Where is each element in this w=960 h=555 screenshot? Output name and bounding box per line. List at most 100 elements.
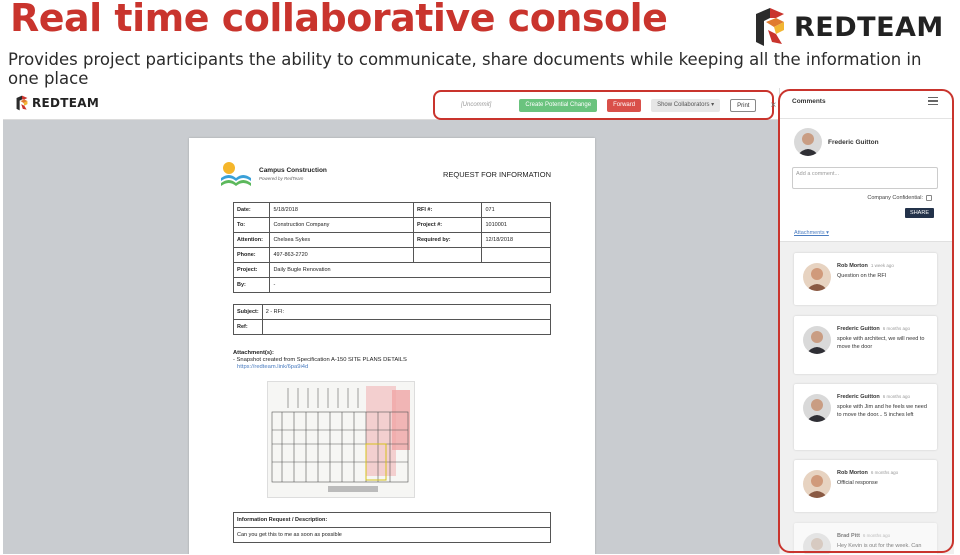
table-row: Date: 5/18/2018 RFI #: 071 (232, 202, 551, 218)
to-value: Construction Company (269, 217, 415, 233)
table-row: Ref: (233, 319, 552, 335)
avatar (803, 263, 831, 291)
comment-meta: Brad Pitt 6 months ago (837, 533, 890, 539)
hamburger-menu-icon[interactable] (928, 97, 938, 105)
subject-value: 2 - RFI: (261, 304, 552, 320)
document-header: Campus Construction Powered by RedTeam (219, 160, 327, 188)
toolbar-highlight: [Uncommit] Create Potential Change Forwa… (433, 90, 776, 120)
comment-meta: Frederic Guitton 6 months ago (837, 326, 910, 332)
show-collaborators-button[interactable]: Show Collaborators ▾ (651, 98, 721, 112)
brand-logo: REDTEAM (752, 8, 944, 46)
rfi-document: Campus Construction Powered by RedTeam R… (189, 138, 595, 554)
date-value: 5/18/2018 (269, 202, 415, 218)
avatar (794, 128, 822, 156)
company-tagline: Powered by RedTeam (259, 176, 304, 181)
divider (780, 118, 954, 119)
comment-time: 6 months ago (882, 326, 911, 331)
comment-feed[interactable]: Rob Morton 1 week ago Question on the RFI… (780, 241, 954, 554)
comment-author: Frederic Guitton (837, 326, 880, 332)
comment-input[interactable]: Add a comment... (792, 167, 938, 189)
print-button[interactable]: Print (730, 98, 757, 112)
attention-label: Attention: (232, 232, 271, 248)
to-label: To: (232, 217, 271, 233)
company-name: Campus Construction (259, 167, 327, 174)
comment-text: Question on the RFI (837, 273, 887, 279)
app-topbar: REDTEAM [Uncommit] Create Potential Chan… (3, 88, 779, 120)
uncommit-link[interactable]: [Uncommit] (461, 102, 491, 108)
attachment-link[interactable]: https://redteam.link/6pa9i4d (237, 364, 553, 371)
table-row: To: Construction Company Project #: 1010… (232, 217, 551, 233)
comment-meta: Frederic Guitton 6 months ago (837, 394, 910, 400)
rfi-subject-table: Subject: 2 - RFI: Ref: (233, 304, 552, 335)
table-row: Can you get this to me as soon as possib… (233, 527, 551, 543)
close-icon[interactable]: × (770, 100, 776, 111)
avatar (803, 533, 831, 554)
attachments-title: Attachment(s): (233, 350, 274, 356)
date-label: Date: (232, 202, 271, 218)
app-screenshot: REDTEAM [Uncommit] Create Potential Chan… (3, 88, 954, 554)
phone-label: Phone: (232, 247, 271, 263)
description-value: Can you get this to me as soon as possib… (233, 527, 551, 543)
confidential-checkbox[interactable] (926, 195, 932, 201)
brand-name: REDTEAM (794, 11, 944, 43)
table-row: Project: Daily Bugle Renovation (232, 262, 551, 278)
comment-text: spoke with architect, we will need to mo… (837, 336, 925, 350)
description-label: Information Request / Description: (233, 512, 551, 528)
attachments-section: Attachment(s): - Snapshot created from S… (233, 350, 553, 371)
comment-meta: Rob Morton 1 week ago (837, 263, 894, 269)
rfi-label: RFI #: (413, 202, 483, 218)
empty-cell (481, 247, 551, 263)
rfi-value: 071 (481, 202, 551, 218)
project-value: Daily Bugle Renovation (269, 262, 551, 278)
comment-text: spoke with Jim and he feels we need to m… (837, 404, 927, 418)
current-user-name: Frederic Guitton (828, 138, 879, 146)
by-value: - (269, 277, 551, 293)
company-block: Campus Construction Powered by RedTeam (259, 167, 327, 181)
comment-author: Frederic Guitton (837, 394, 880, 400)
forward-button[interactable]: Forward (607, 98, 642, 112)
comment-author: Brad Pitt (837, 533, 860, 539)
avatar (803, 394, 831, 422)
project-number-label: Project #: (413, 217, 483, 233)
comment-text: Hey Kevin is out for the week. Can (837, 543, 922, 549)
attention-value: Chelsea Sykes (269, 232, 415, 248)
avatar (803, 470, 831, 498)
description-table: Information Request / Description: Can y… (233, 512, 551, 543)
campus-construction-logo-icon (221, 162, 251, 186)
project-label: Project: (232, 262, 271, 278)
phone-value: 497-863-2720 (269, 247, 415, 263)
comment-author: Rob Morton (837, 263, 868, 269)
confidential-label: Company Confidential: (867, 195, 923, 201)
empty-cell (413, 247, 483, 263)
redteam-small-logo-icon (16, 95, 28, 111)
share-button[interactable]: SHARE (905, 208, 934, 218)
comments-panel: Comments Frederic Guitton Add a comment.… (779, 88, 954, 554)
site-plan-snapshot[interactable] (267, 381, 415, 498)
slide-subtitle: Provides project participants the abilit… (8, 50, 922, 88)
create-potential-change-button[interactable]: Create Potential Change (519, 98, 598, 112)
table-row: Subject: 2 - RFI: (233, 304, 552, 320)
slide-title: Real time collaborative console (10, 0, 668, 40)
comments-title: Comments (792, 98, 826, 105)
attachment-line: - Snapshot created from Specification A-… (233, 357, 407, 363)
comment-author: Rob Morton (837, 470, 868, 476)
comment-time: 6 months ago (882, 394, 911, 399)
comment-time: 6 months ago (870, 470, 899, 475)
table-row: Information Request / Description: (233, 512, 551, 528)
project-number-value: 1010001 (481, 217, 551, 233)
table-row: Attention: Chelsea Sykes Required by: 12… (232, 232, 551, 248)
app-logo[interactable]: REDTEAM (15, 95, 99, 111)
rfi-fields-table: Date: 5/18/2018 RFI #: 071 To: Construct… (232, 202, 551, 293)
avatar (803, 326, 831, 354)
comment-card[interactable]: Rob Morton 6 months ago Official response (794, 460, 937, 512)
attachments-toggle[interactable]: Attachments ▾ (794, 230, 829, 236)
required-by-label: Required by: (413, 232, 483, 248)
comment-card[interactable]: Frederic Guitton 6 months ago spoke with … (794, 316, 937, 374)
comment-text: Official response (837, 480, 878, 486)
by-label: By: (232, 277, 271, 293)
redteam-logo-icon (756, 8, 784, 46)
comment-card[interactable]: Frederic Guitton 6 months ago spoke with … (794, 384, 937, 450)
comment-card[interactable]: Brad Pitt 6 months ago Hey Kevin is out f… (794, 523, 937, 554)
comment-card[interactable]: Rob Morton 1 week ago Question on the RFI (794, 253, 937, 305)
ref-value (261, 319, 552, 335)
